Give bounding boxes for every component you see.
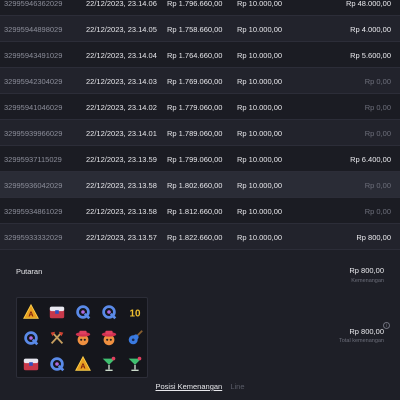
- row-win: Rp 4.000,00: [350, 25, 391, 34]
- history-row[interactable]: 32995936042029 22/12/2023, 23.13.58 Rp 1…: [0, 172, 400, 198]
- row-win: Rp 0,00: [364, 129, 391, 138]
- cocktail-icon: [96, 351, 122, 377]
- svg-text:A: A: [80, 362, 85, 371]
- row-date: 22/12/2023, 23.14.01: [86, 129, 157, 138]
- row-balance: Rp 1.796.660,00: [167, 0, 223, 8]
- svg-text:10: 10: [130, 309, 141, 320]
- row-bet: Rp 10.000,00: [237, 207, 283, 216]
- history-row[interactable]: 32995937115029 22/12/2023, 23.13.59 Rp 1…: [0, 146, 400, 172]
- chicken-hat-icon: [70, 325, 96, 351]
- row-date: 22/12/2023, 23.14.05: [86, 25, 157, 34]
- reel-grid: A 10 A: [16, 297, 148, 378]
- row-date: 22/12/2023, 23.13.58: [86, 207, 157, 216]
- row-id: 32995936042029: [4, 181, 63, 190]
- spin-win-label: Total kemenangan: [339, 338, 384, 344]
- row-balance: Rp 1.769.060,00: [167, 77, 223, 86]
- row-id: 32995939966029: [4, 129, 63, 138]
- row-balance: Rp 1.799.060,00: [167, 155, 223, 164]
- history-row[interactable]: 32995946362029 22/12/2023, 23.14.06 Rp 1…: [0, 0, 400, 16]
- row-date: 22/12/2023, 23.14.03: [86, 77, 157, 86]
- row-bet: Rp 10.000,00: [237, 155, 283, 164]
- row-id: 32995941046029: [4, 103, 63, 112]
- guitar-icon: [122, 325, 148, 351]
- row-bet: Rp 10.000,00: [237, 0, 283, 8]
- row-date: 22/12/2023, 23.14.04: [86, 51, 157, 60]
- letter-q-icon: [44, 351, 70, 377]
- row-bet: Rp 10.000,00: [237, 25, 283, 34]
- row-id: 32995942304029: [4, 77, 63, 86]
- info-icon[interactable]: i: [383, 322, 390, 329]
- row-date: 22/12/2023, 23.14.02: [86, 103, 157, 112]
- view-tabs: Posisi Kemenangan Line: [0, 382, 400, 391]
- letter-q-icon: [70, 299, 96, 325]
- row-bet: Rp 10.000,00: [237, 77, 283, 86]
- row-balance: Rp 1.764.660,00: [167, 51, 223, 60]
- spin-detail-panel: Putaran Rp 800,00 Kemenangan A 10 A Rp 8…: [0, 257, 400, 400]
- row-win: Rp 0,00: [364, 77, 391, 86]
- chest-icon: [44, 299, 70, 325]
- tab-win-positions[interactable]: Posisi Kemenangan: [156, 382, 223, 391]
- spin-win-amount: Rp 800,00: [349, 327, 384, 336]
- history-row[interactable]: 32995943491029 22/12/2023, 23.14.04 Rp 1…: [0, 42, 400, 68]
- history-row[interactable]: 32995941046029 22/12/2023, 23.14.02 Rp 1…: [0, 94, 400, 120]
- row-win: Rp 0,00: [364, 207, 391, 216]
- row-date: 22/12/2023, 23.13.58: [86, 181, 157, 190]
- row-id: 32995933332029: [4, 233, 63, 242]
- history-list: 32995946362029 22/12/2023, 23.14.06 Rp 1…: [0, 0, 400, 250]
- row-balance: Rp 1.758.660,00: [167, 25, 223, 34]
- letter-q-icon: [18, 325, 44, 351]
- svg-text:A: A: [28, 310, 33, 319]
- row-bet: Rp 10.000,00: [237, 51, 283, 60]
- row-win: Rp 5.600,00: [350, 51, 391, 60]
- history-row[interactable]: 32995934861029 22/12/2023, 23.13.58 Rp 1…: [0, 198, 400, 224]
- row-id: 32995934861029: [4, 207, 63, 216]
- chest-icon: [18, 351, 44, 377]
- row-id: 32995943491029: [4, 51, 63, 60]
- axes-icon: [44, 325, 70, 351]
- row-id: 32995944898029: [4, 25, 63, 34]
- history-row[interactable]: 32995944898029 22/12/2023, 23.14.05 Rp 1…: [0, 16, 400, 42]
- row-win: Rp 800,00: [356, 233, 391, 242]
- history-row[interactable]: 32995942304029 22/12/2023, 23.14.03 Rp 1…: [0, 68, 400, 94]
- row-balance: Rp 1.812.660,00: [167, 207, 223, 216]
- tab-line[interactable]: Line: [230, 382, 244, 391]
- row-bet: Rp 10.000,00: [237, 103, 283, 112]
- row-date: 22/12/2023, 23.13.59: [86, 155, 157, 164]
- history-row[interactable]: 32995933332029 22/12/2023, 23.13.57 Rp 1…: [0, 224, 400, 250]
- row-bet: Rp 10.000,00: [237, 181, 283, 190]
- chicken-hat-icon: [96, 325, 122, 351]
- row-id: 32995946362029: [4, 0, 63, 8]
- detail-title: Putaran: [16, 267, 43, 276]
- row-balance: Rp 1.779.060,00: [167, 103, 223, 112]
- ten-icon: 10: [122, 299, 148, 325]
- row-balance: Rp 1.802.660,00: [167, 181, 223, 190]
- row-bet: Rp 10.000,00: [237, 129, 283, 138]
- row-bet: Rp 10.000,00: [237, 233, 283, 242]
- row-date: 22/12/2023, 23.13.57: [86, 233, 157, 242]
- row-balance: Rp 1.822.660,00: [167, 233, 223, 242]
- triangle-a-icon: A: [70, 351, 96, 377]
- row-win: Rp 6.400,00: [350, 155, 391, 164]
- row-date: 22/12/2023, 23.14.06: [86, 0, 157, 8]
- cocktail-icon: [122, 351, 148, 377]
- triangle-a-icon: A: [18, 299, 44, 325]
- row-win: Rp 0,00: [364, 181, 391, 190]
- row-balance: Rp 1.789.060,00: [167, 129, 223, 138]
- row-win: Rp 48.000,00: [345, 0, 391, 8]
- letter-q-icon: [96, 299, 122, 325]
- row-id: 32995937115029: [4, 155, 62, 164]
- total-win-amount: Rp 800,00: [349, 266, 384, 275]
- row-win: Rp 0,00: [364, 103, 391, 112]
- total-win-label: Kemenangan: [351, 278, 384, 284]
- history-row[interactable]: 32995939966029 22/12/2023, 23.14.01 Rp 1…: [0, 120, 400, 146]
